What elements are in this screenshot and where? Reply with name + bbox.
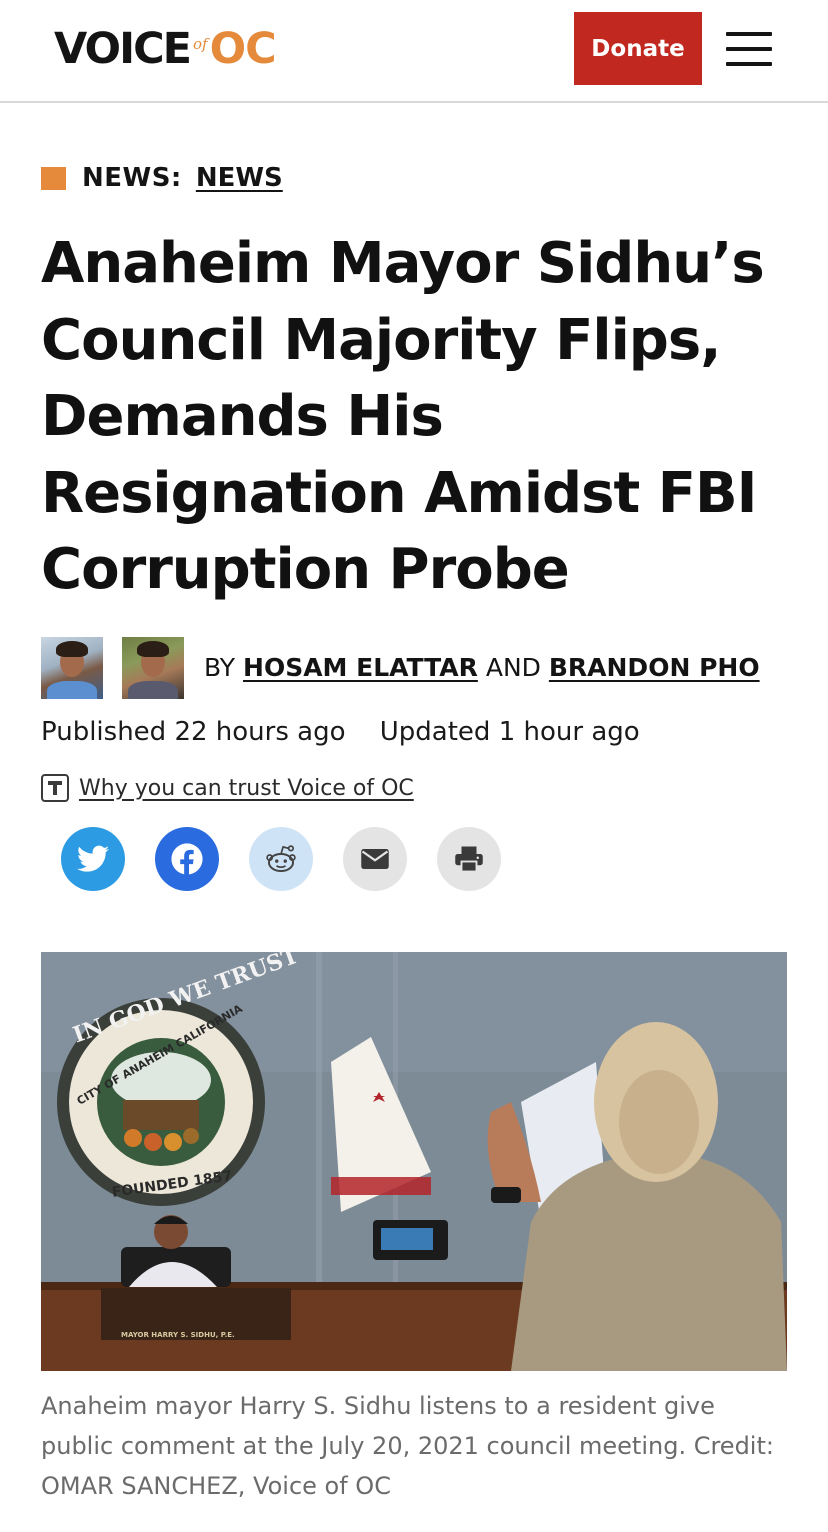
site-header: VOICE of OC Donate xyxy=(0,0,828,103)
trust-t-icon xyxy=(41,774,69,802)
logo-of-text: of xyxy=(193,35,208,53)
voice-of-oc-logo[interactable]: VOICE of OC xyxy=(54,24,277,74)
article-headline: Anaheim Mayor Sidhu’s Council Majority F… xyxy=(41,231,765,602)
article-photo[interactable]: IN GOD WE TRUST CITY OF ANAHEIM CALIFORN… xyxy=(41,952,787,1371)
trust-link[interactable]: Why you can trust Voice of OC xyxy=(79,776,414,801)
updated-time: Updated 1 hour ago xyxy=(379,717,640,747)
donate-button[interactable]: Donate xyxy=(574,12,702,85)
author-link-brandon[interactable]: BRANDON PHO xyxy=(549,653,760,682)
print-icon[interactable] xyxy=(437,827,501,891)
logo-voice-text: VOICE xyxy=(54,24,192,74)
article-dates: Published 22 hours ago Updated 1 hour ag… xyxy=(41,717,640,747)
category-breadcrumb: NEWS: NEWS xyxy=(41,160,283,196)
nameplate-text: MAYOR HARRY S. SIDHU, P.E. xyxy=(121,1331,235,1339)
reddit-icon[interactable] xyxy=(249,827,313,891)
author-link-hosam[interactable]: HOSAM ELATTAR xyxy=(243,653,478,682)
category-square-icon xyxy=(41,166,66,190)
category-label: NEWS: xyxy=(82,163,182,193)
hamburger-menu-icon[interactable] xyxy=(726,32,772,66)
category-link-news[interactable]: NEWS xyxy=(196,163,283,193)
byline: BY HOSAM ELATTAR AND BRANDON PHO xyxy=(204,653,760,682)
author-avatar-hosam[interactable] xyxy=(41,637,103,699)
logo-oc-text: OC xyxy=(209,24,277,74)
photo-caption: Anaheim mayor Harry S. Sidhu listens to … xyxy=(41,1392,774,1500)
email-icon[interactable] xyxy=(343,827,407,891)
published-time: Published 22 hours ago xyxy=(41,717,346,747)
byline-prefix: BY xyxy=(204,653,236,682)
trust-row[interactable]: Why you can trust Voice of OC xyxy=(41,772,414,804)
facebook-icon[interactable] xyxy=(155,827,219,891)
author-avatar-brandon[interactable] xyxy=(122,637,184,699)
byline-conjunction: AND xyxy=(485,653,541,682)
twitter-icon[interactable] xyxy=(61,827,125,891)
